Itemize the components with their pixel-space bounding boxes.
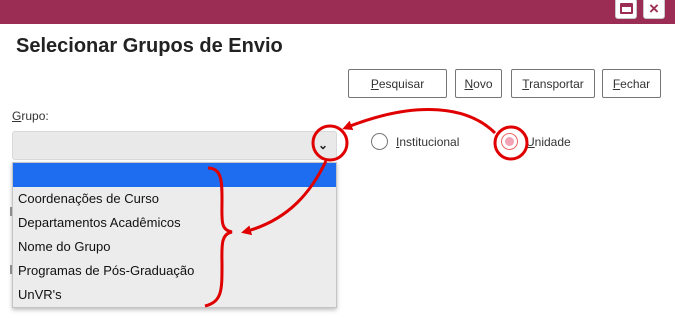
arrow-unidade-to-chevron <box>342 108 497 135</box>
highlight-circle-chevron <box>311 124 349 162</box>
highlight-circle-unidade <box>493 125 529 161</box>
arrow-chevron-to-list <box>241 160 328 236</box>
brace-options <box>204 166 233 308</box>
red-annotation-overlay <box>204 108 529 308</box>
